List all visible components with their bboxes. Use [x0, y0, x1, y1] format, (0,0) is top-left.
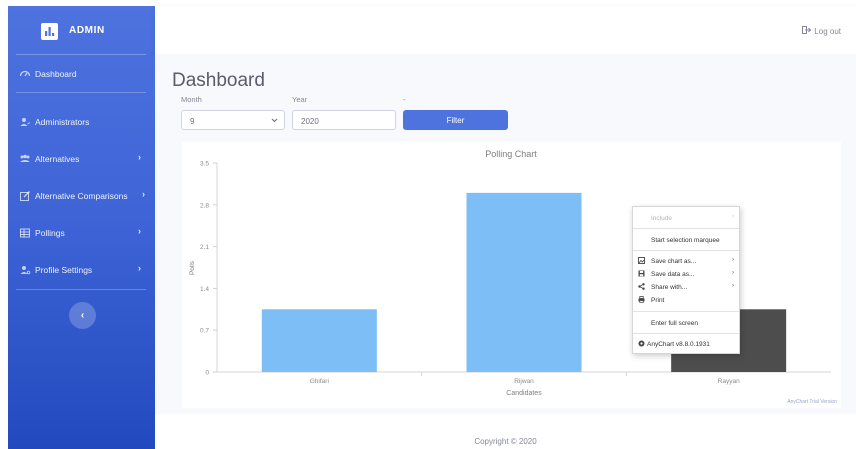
chevron-right-icon: ›	[732, 270, 734, 276]
users-icon	[19, 116, 31, 128]
chevron-right-icon: ›	[138, 263, 141, 273]
x-tick-label: Rijwan	[514, 378, 534, 385]
sidebar-divider	[16, 54, 146, 55]
ctx-separator	[633, 333, 739, 334]
ctx-separator	[633, 250, 739, 251]
chevron-right-icon: ›	[138, 152, 141, 162]
save-icon	[638, 270, 645, 277]
anychart-icon	[638, 340, 645, 347]
y-tick-label: 0.7	[200, 328, 209, 335]
topbar: Log out	[155, 6, 856, 54]
ctx-item-label: AnyChart v8.8.0.1931	[647, 341, 710, 348]
ctx-item-label: Print	[651, 297, 665, 304]
ctx-item-anychart-version[interactable]: AnyChart v8.8.0.1931	[633, 338, 739, 350]
polling-chart[interactable]: Polling Chart 0 0.7 1.4 2.1 2.8 3.5 Polls Ghifar…	[182, 142, 841, 408]
x-tick-label: Rayyan	[718, 378, 740, 385]
year-input-value: 2020	[301, 117, 319, 126]
ctx-separator	[633, 311, 739, 312]
chevron-down-icon	[271, 116, 278, 127]
sidebar-divider	[16, 92, 146, 93]
sidebar-toggle-button[interactable]: ‹	[69, 302, 96, 329]
ctx-item-label: Share with...	[651, 284, 688, 291]
sidebar-item-label: Dashboard	[35, 69, 77, 79]
y-tick-label: 0	[205, 370, 209, 377]
sidebar-item-dashboard[interactable]: Dashboard	[8, 64, 155, 84]
user-cog-icon	[19, 264, 31, 276]
edit-icon	[19, 190, 31, 202]
share-icon	[638, 283, 645, 290]
sidebar-item-alternative-comparisons[interactable]: Alternative Comparisons ›	[8, 186, 155, 206]
ctx-item-share-with[interactable]: Share with... ›	[633, 281, 739, 293]
chart-title: Polling Chart	[485, 149, 537, 159]
table-icon	[19, 227, 31, 239]
print-icon	[638, 296, 645, 303]
sidebar-item-label: Pollings	[35, 228, 65, 238]
sidebar-item-pollings[interactable]: Pollings ›	[8, 223, 155, 243]
ctx-item-label: Include	[651, 215, 672, 222]
sign-out-icon	[802, 26, 812, 36]
chevron-right-icon: ›	[142, 189, 145, 199]
people-icon	[19, 153, 31, 165]
y-axis-label: Polls	[189, 260, 196, 275]
y-tick-label: 3.5	[200, 161, 209, 168]
chevron-right-icon: ›	[138, 226, 141, 236]
page-title: Dashboard	[172, 70, 265, 91]
chart-context-menu: Include › Start selection marquee Save c…	[632, 206, 740, 354]
year-input[interactable]: 2020	[292, 110, 396, 130]
ctx-item-label: Save chart as...	[651, 258, 697, 265]
bar-chart-logo-icon	[41, 23, 58, 40]
sidebar-item-administrators[interactable]: Administrators	[8, 112, 155, 132]
month-select-value: 9	[190, 117, 195, 126]
polling-chart-card: Polling Chart 0 0.7 1.4 2.1 2.8 3.5 Polls Ghifar…	[182, 142, 841, 408]
logout-link[interactable]: Log out	[802, 26, 841, 36]
ctx-item-enter-full-screen[interactable]: Enter full screen	[633, 317, 739, 329]
sidebar-item-label: Alternative Comparisons	[35, 191, 128, 201]
chart-watermark: AnyChart Trial Version	[787, 399, 837, 405]
filter-spacer-label: -	[403, 95, 406, 104]
y-tick-label: 2.1	[200, 244, 209, 251]
year-label: Year	[292, 95, 308, 104]
ctx-separator	[633, 228, 739, 229]
dashboard-icon	[19, 68, 31, 80]
ctx-item-save-data-as[interactable]: Save data as... ›	[633, 268, 739, 280]
brand-name: ADMIN	[69, 25, 105, 36]
logout-label: Log out	[814, 26, 841, 36]
sidebar-item-profile-settings[interactable]: Profile Settings ›	[8, 260, 155, 280]
month-label: Month	[181, 95, 202, 104]
bar-ghifari	[261, 309, 377, 372]
ctx-item-save-chart-as[interactable]: Save chart as... ›	[633, 255, 739, 267]
x-tick-label: Ghifari	[310, 378, 329, 385]
footer: Copyright © 2020	[155, 414, 856, 449]
sidebar: ADMIN Dashboard Administrators Alternati…	[8, 6, 155, 449]
ctx-item-label: Start selection marquee	[651, 237, 720, 244]
filter-button[interactable]: Filter	[403, 110, 508, 130]
bar-rijwan	[466, 192, 582, 372]
sidebar-item-label: Alternatives	[35, 154, 80, 164]
sidebar-item-label: Administrators	[35, 117, 90, 127]
sidebar-divider	[16, 289, 146, 290]
main-content: Dashboard Month 9 Year 2020 - Filter Pol…	[155, 54, 856, 414]
brand[interactable]: ADMIN	[8, 6, 155, 54]
copyright-text: Copyright © 2020	[474, 437, 537, 446]
y-tick-label: 1.4	[200, 286, 209, 293]
chevron-right-icon: ›	[732, 257, 734, 263]
image-icon	[638, 257, 645, 264]
x-axis-label: Candidates	[506, 390, 542, 397]
ctx-item-start-selection-marquee[interactable]: Start selection marquee	[633, 234, 739, 246]
sidebar-item-label: Profile Settings	[35, 265, 93, 275]
sidebar-item-alternatives[interactable]: Alternatives ›	[8, 149, 155, 169]
ctx-item-print[interactable]: Print	[633, 294, 739, 306]
y-tick-label: 2.8	[200, 202, 209, 209]
chevron-right-icon: ›	[732, 214, 734, 220]
chevron-right-icon: ›	[732, 283, 734, 289]
ctx-item-label: Save data as...	[651, 271, 695, 278]
month-select[interactable]: 9	[181, 110, 285, 130]
ctx-item-include[interactable]: Include ›	[633, 212, 739, 224]
app-root: ADMIN Dashboard Administrators Alternati…	[0, 0, 856, 449]
ctx-item-label: Enter full screen	[651, 320, 698, 327]
